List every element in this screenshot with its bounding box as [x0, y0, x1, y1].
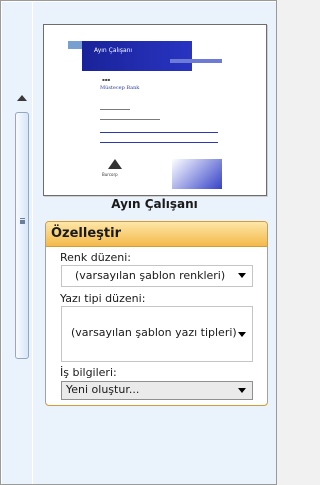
color-scheme-label: Renk düzeni: [60, 251, 131, 264]
thumbnail-title: Ayın Çalışanı [94, 47, 133, 54]
business-info-value: Yeni oluştur... [66, 383, 140, 396]
thumbnail-line [100, 119, 160, 120]
chevron-down-icon[interactable] [238, 388, 246, 393]
grip-icon [20, 218, 25, 220]
template-caption: Ayın Çalışanı [111, 197, 198, 211]
chevron-down-icon[interactable] [238, 332, 246, 337]
customize-title: Özelleştir [51, 226, 121, 241]
thumbnail-corner-gradient [172, 159, 222, 189]
scroll-up-icon[interactable] [17, 95, 27, 101]
thumbnail-line [100, 142, 218, 143]
thumbnail-header-bar [170, 59, 222, 63]
vertical-scrollbar[interactable] [13, 2, 32, 484]
thumbnail-line [100, 109, 130, 110]
thumbnail-logo-icon [108, 159, 122, 169]
business-info-label: İş bilgileri: [60, 366, 117, 379]
thumbnail-name: Müstecep Bank [100, 85, 140, 91]
template-preview[interactable]: Ayın Çalışanı ▪▪▪ Müstecep Bank Burcorp [43, 24, 267, 196]
font-scheme-value: (varsayılan şablon yazı tipleri) [71, 326, 237, 339]
pane-content: Ayın Çalışanı ▪▪▪ Müstecep Bank Burcorp … [33, 2, 276, 484]
chevron-down-icon[interactable] [238, 273, 246, 278]
business-info-select[interactable]: Yeni oluştur... [61, 381, 253, 400]
task-pane: Ayın Çalışanı ▪▪▪ Müstecep Bank Burcorp … [0, 0, 277, 485]
template-thumbnail: Ayın Çalışanı ▪▪▪ Müstecep Bank Burcorp [68, 41, 222, 189]
color-scheme-value: (varsayılan şablon renkleri) [75, 269, 226, 282]
font-scheme-select[interactable]: (varsayılan şablon yazı tipleri) [61, 306, 253, 362]
thumbnail-text: ▪▪▪ [102, 77, 111, 82]
thumbnail-logo-text: Burcorp [102, 172, 118, 177]
scroll-thumb[interactable] [15, 112, 29, 359]
thumbnail-line [100, 132, 218, 133]
color-scheme-select[interactable]: (varsayılan şablon renkleri) [61, 265, 253, 287]
customize-header: Özelleştir [46, 222, 267, 247]
thumbnail-header-band: Ayın Çalışanı [82, 41, 192, 71]
customize-panel: Özelleştir Renk düzeni: (varsayılan şabl… [45, 221, 268, 406]
font-scheme-label: Yazı tipi düzeni: [60, 292, 146, 305]
